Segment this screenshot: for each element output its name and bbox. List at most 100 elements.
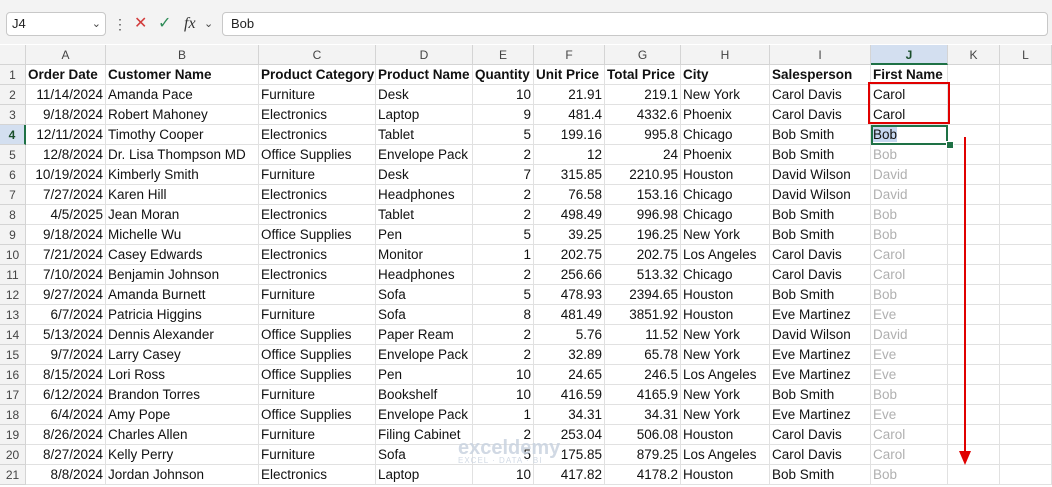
- table-cell[interactable]: 246.5: [605, 365, 681, 385]
- enter-check-icon[interactable]: ✓: [158, 12, 171, 36]
- table-cell[interactable]: Dennis Alexander: [106, 325, 259, 345]
- table-cell[interactable]: 5: [473, 285, 534, 305]
- table-cell[interactable]: 1: [473, 245, 534, 265]
- table-cell[interactable]: 6/12/2024: [26, 385, 106, 405]
- table-cell[interactable]: Furniture: [259, 165, 376, 185]
- table-cell[interactable]: [948, 405, 1000, 425]
- table-cell[interactable]: 1: [473, 405, 534, 425]
- table-cell[interactable]: [1000, 265, 1052, 285]
- table-cell[interactable]: Monitor: [376, 245, 473, 265]
- table-cell[interactable]: [1000, 425, 1052, 445]
- header-cell[interactable]: [948, 65, 1000, 85]
- table-cell[interactable]: [948, 325, 1000, 345]
- table-cell[interactable]: [1000, 105, 1052, 125]
- table-cell[interactable]: [948, 145, 1000, 165]
- more-options-icon[interactable]: ⋮: [113, 12, 127, 36]
- table-cell[interactable]: [948, 305, 1000, 325]
- table-cell[interactable]: [1000, 305, 1052, 325]
- row-header[interactable]: 6: [0, 165, 26, 185]
- table-cell[interactable]: Brandon Torres: [106, 385, 259, 405]
- table-cell[interactable]: Carol Davis: [770, 245, 871, 265]
- column-header-a[interactable]: A: [26, 45, 106, 65]
- table-cell[interactable]: David Wilson: [770, 165, 871, 185]
- table-cell[interactable]: 498.49: [534, 205, 605, 225]
- table-cell[interactable]: [1000, 405, 1052, 425]
- table-cell[interactable]: Envelope Pack: [376, 145, 473, 165]
- table-cell[interactable]: Jordan Johnson: [106, 465, 259, 485]
- header-cell[interactable]: Total Price: [605, 65, 681, 85]
- column-header-i[interactable]: I: [770, 45, 871, 65]
- table-cell[interactable]: 10: [473, 85, 534, 105]
- table-cell[interactable]: Eve Martinez: [770, 305, 871, 325]
- table-cell[interactable]: 9: [473, 105, 534, 125]
- formula-input[interactable]: Bob: [222, 12, 1048, 36]
- column-header-c[interactable]: C: [259, 45, 376, 65]
- table-cell[interactable]: David Wilson: [770, 325, 871, 345]
- table-cell[interactable]: [1000, 325, 1052, 345]
- table-cell[interactable]: Electronics: [259, 125, 376, 145]
- table-cell[interactable]: 9/18/2024: [26, 105, 106, 125]
- header-cell[interactable]: City: [681, 65, 770, 85]
- table-cell[interactable]: Laptop: [376, 105, 473, 125]
- row-header[interactable]: 8: [0, 205, 26, 225]
- table-cell[interactable]: 219.1: [605, 85, 681, 105]
- table-cell[interactable]: Houston: [681, 465, 770, 485]
- table-cell[interactable]: New York: [681, 405, 770, 425]
- table-cell[interactable]: Electronics: [259, 265, 376, 285]
- row-header[interactable]: 21: [0, 465, 26, 485]
- table-cell[interactable]: 24.65: [534, 365, 605, 385]
- header-cell[interactable]: Customer Name: [106, 65, 259, 85]
- table-cell[interactable]: Envelope Pack: [376, 345, 473, 365]
- table-cell[interactable]: 21.91: [534, 85, 605, 105]
- table-cell[interactable]: [1000, 225, 1052, 245]
- table-cell[interactable]: Carol Davis: [770, 85, 871, 105]
- table-cell[interactable]: Office Supplies: [259, 225, 376, 245]
- header-cell[interactable]: Unit Price: [534, 65, 605, 85]
- table-cell[interactable]: [948, 125, 1000, 145]
- table-cell[interactable]: Benjamin Johnson: [106, 265, 259, 285]
- select-all-corner[interactable]: [0, 45, 26, 65]
- table-cell[interactable]: Bob Smith: [770, 125, 871, 145]
- header-cell[interactable]: Order Date: [26, 65, 106, 85]
- table-cell[interactable]: Los Angeles: [681, 245, 770, 265]
- table-cell[interactable]: Office Supplies: [259, 365, 376, 385]
- table-cell[interactable]: Bob Smith: [770, 385, 871, 405]
- table-cell[interactable]: Bob Smith: [770, 285, 871, 305]
- row-header[interactable]: 1: [0, 65, 26, 85]
- table-cell[interactable]: Chicago: [681, 125, 770, 145]
- table-cell[interactable]: 2210.95: [605, 165, 681, 185]
- table-cell[interactable]: 65.78: [605, 345, 681, 365]
- row-header[interactable]: 19: [0, 425, 26, 445]
- table-cell[interactable]: Eve Martinez: [770, 365, 871, 385]
- table-cell[interactable]: 202.75: [605, 245, 681, 265]
- table-cell[interactable]: Envelope Pack: [376, 405, 473, 425]
- table-cell[interactable]: 9/27/2024: [26, 285, 106, 305]
- name-box[interactable]: J4 ⌄: [6, 12, 106, 36]
- table-cell[interactable]: Charles Allen: [106, 425, 259, 445]
- header-cell[interactable]: Product Category: [259, 65, 376, 85]
- table-cell[interactable]: Eve: [871, 365, 948, 385]
- table-cell[interactable]: 34.31: [534, 405, 605, 425]
- table-cell[interactable]: Bob: [871, 145, 948, 165]
- table-cell[interactable]: Casey Edwards: [106, 245, 259, 265]
- header-cell[interactable]: Salesperson: [770, 65, 871, 85]
- table-cell[interactable]: [948, 265, 1000, 285]
- table-cell[interactable]: [948, 105, 1000, 125]
- column-header-l[interactable]: L: [1000, 45, 1052, 65]
- row-header[interactable]: 18: [0, 405, 26, 425]
- column-header-b[interactable]: B: [106, 45, 259, 65]
- table-cell[interactable]: 481.49: [534, 305, 605, 325]
- table-cell[interactable]: 2394.65: [605, 285, 681, 305]
- table-cell[interactable]: Amanda Pace: [106, 85, 259, 105]
- table-cell[interactable]: [1000, 365, 1052, 385]
- table-cell[interactable]: 996.98: [605, 205, 681, 225]
- table-cell[interactable]: 7/10/2024: [26, 265, 106, 285]
- table-cell[interactable]: 4165.9: [605, 385, 681, 405]
- table-cell[interactable]: Office Supplies: [259, 145, 376, 165]
- cancel-icon[interactable]: ✕: [134, 12, 147, 36]
- chevron-down-icon[interactable]: ⌄: [92, 13, 101, 35]
- table-cell[interactable]: Los Angeles: [681, 445, 770, 465]
- table-cell[interactable]: David: [871, 325, 948, 345]
- table-cell[interactable]: 7/21/2024: [26, 245, 106, 265]
- table-cell[interactable]: 10: [473, 365, 534, 385]
